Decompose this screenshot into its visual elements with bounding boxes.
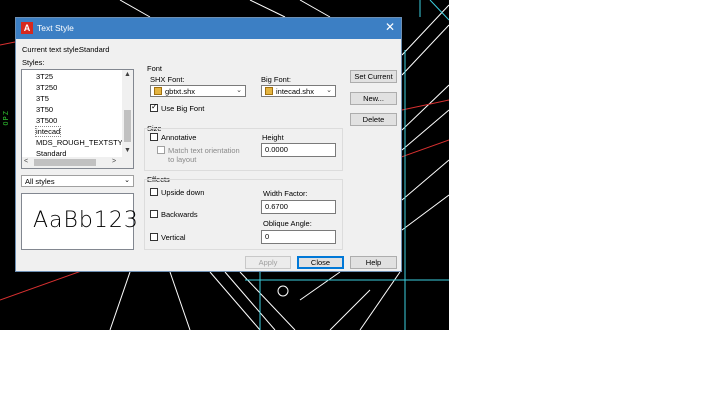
styles-label: Styles: — [22, 58, 45, 67]
upside-down-label: Upside down — [161, 188, 205, 197]
current-style-label: Current text style: — [22, 45, 81, 54]
shx-font-value: gbtxt.shx — [165, 87, 196, 96]
help-button[interactable]: Help — [350, 256, 397, 269]
list-item[interactable]: 3T5 — [36, 94, 49, 103]
vertical-label: Vertical — [161, 233, 186, 242]
chevron-down-icon: ⌄ — [236, 87, 242, 94]
scroll-right-icon[interactable]: > — [112, 158, 116, 165]
shx-font-label: SHX Font: — [150, 75, 185, 84]
text-style-dialog: A Text Style ✕ Current text style: Stand… — [15, 17, 402, 272]
scroll-left-icon[interactable]: < — [24, 158, 28, 165]
styles-vertical-scrollbar[interactable]: ▲ ▼ — [122, 70, 133, 158]
scroll-up-icon[interactable]: ▲ — [124, 71, 131, 78]
width-factor-input[interactable]: 0.6700 — [261, 200, 336, 214]
delete-button[interactable]: Delete — [350, 113, 397, 126]
list-item[interactable]: 3T500 — [36, 116, 57, 125]
backwards-checkbox[interactable] — [150, 210, 158, 218]
list-item[interactable]: 3T250 — [36, 83, 57, 92]
width-factor-label: Width Factor: — [263, 189, 308, 198]
dialog-title: Text Style — [37, 23, 74, 33]
close-icon[interactable]: ✕ — [385, 20, 395, 34]
upside-down-checkbox[interactable] — [150, 188, 158, 196]
scroll-down-icon[interactable]: ▼ — [124, 147, 131, 154]
chevron-down-icon: ⌄ — [326, 87, 332, 94]
annotative-label: Annotative — [161, 133, 197, 142]
backwards-label: Backwards — [161, 210, 198, 219]
big-font-value: intecad.shx — [276, 87, 314, 96]
match-orientation-checkbox[interactable] — [157, 146, 165, 154]
list-item[interactable]: 3T50 — [36, 105, 53, 114]
use-big-font-checkbox[interactable]: ✓ — [150, 102, 158, 112]
set-current-button[interactable]: Set Current — [350, 70, 397, 83]
font-group-title: Font — [147, 64, 163, 73]
annotative-checkbox[interactable] — [150, 133, 158, 141]
oblique-angle-input[interactable]: 0 — [261, 230, 336, 244]
style-preview: AaBb123 — [21, 193, 138, 250]
height-label: Height — [262, 133, 284, 142]
chevron-down-icon: ⌄ — [124, 177, 130, 184]
font-file-icon — [265, 87, 273, 95]
current-style-value: Standard — [79, 45, 110, 54]
style-filter-dropdown[interactable]: All styles ⌄ — [21, 175, 134, 187]
list-item[interactable]: MDS_ROUGH_TEXTSTY... — [36, 138, 128, 147]
autocad-app-icon: A — [21, 22, 33, 34]
preview-text: AaBb123 — [33, 208, 139, 233]
big-font-dropdown[interactable]: intecad.shx ⌄ — [261, 85, 336, 97]
dialog-titlebar[interactable]: A Text Style ✕ — [16, 18, 401, 39]
apply-button[interactable]: Apply — [245, 256, 291, 269]
shx-font-dropdown[interactable]: gbtxt.shx ⌄ — [150, 85, 246, 97]
list-item[interactable]: 3T25 — [36, 72, 53, 81]
use-big-font-label: Use Big Font — [161, 104, 205, 113]
style-filter-value: All styles — [25, 177, 55, 186]
checkmark-icon: ✓ — [151, 102, 158, 111]
vertical-checkbox[interactable] — [150, 233, 158, 241]
list-item-selected[interactable]: intecad — [34, 126, 62, 137]
styles-list[interactable]: 3T25 3T250 3T5 3T50 3T500 intecad MDS_RO… — [21, 69, 134, 169]
drawing-side-text: OPZ — [2, 110, 10, 126]
height-input[interactable]: 0.0000 — [261, 143, 336, 157]
match-orientation-label: Match text orientation to layout — [168, 146, 240, 164]
oblique-angle-label: Oblique Angle: — [263, 219, 312, 228]
close-button[interactable]: Close — [297, 256, 344, 269]
font-file-icon — [154, 87, 162, 95]
styles-horizontal-scrollbar[interactable]: < > — [22, 157, 133, 168]
scroll-thumb[interactable] — [124, 110, 131, 142]
scroll-thumb[interactable] — [34, 159, 96, 166]
new-button[interactable]: New... — [350, 92, 397, 105]
big-font-label: Big Font: — [261, 75, 292, 84]
